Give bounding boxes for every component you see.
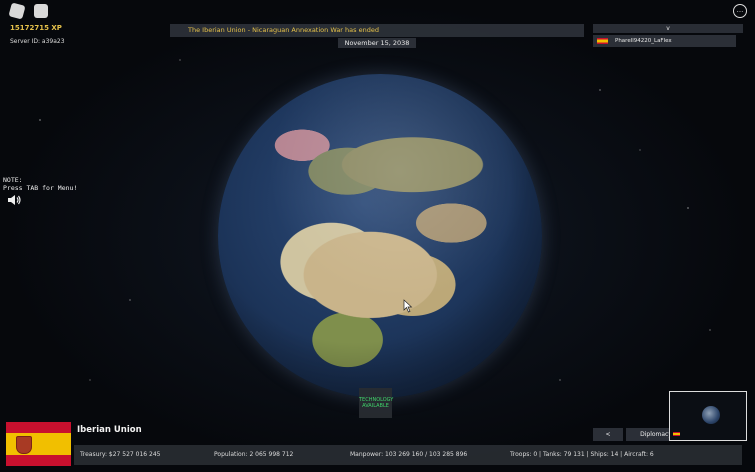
population-stat: Population: 2 065 998 712 (214, 451, 294, 458)
country-name: Iberian Union (77, 425, 142, 435)
xp-counter: 15172715 XP (10, 24, 62, 32)
manpower-stat: Manpower: 103 269 160 / 103 285 896 (350, 451, 468, 458)
coat-of-arms-icon (16, 436, 32, 454)
globe-shading (218, 74, 542, 398)
minimap-globe (702, 406, 720, 424)
note-text: Press TAB for Menu! (3, 184, 78, 192)
player-flag-icon (597, 38, 608, 44)
country-flag (6, 422, 71, 466)
menu-hint: NOTE: Press TAB for Menu! (3, 176, 77, 192)
note-label: NOTE: (3, 176, 23, 184)
server-id: Server ID: a39a23 (10, 38, 65, 45)
chat-icon[interactable] (34, 4, 48, 18)
minimap[interactable] (669, 391, 747, 441)
game-date: November 15, 2038 (338, 38, 416, 48)
available-label: AVAILABLE (362, 403, 389, 409)
players-list-toggle[interactable]: v (593, 24, 743, 33)
minimap-flag-icon (673, 432, 680, 436)
technology-available-button[interactable]: TECHNOLOGY AVAILABLE (359, 388, 393, 418)
player-list-item[interactable]: Pharell94220_LaFlex (593, 35, 736, 47)
mouse-cursor-icon (403, 299, 413, 313)
back-button[interactable]: < (593, 428, 623, 441)
war-ended-notification: The Iberian Union - Nicaraguan Annexatio… (170, 24, 584, 37)
speaker-icon[interactable] (7, 194, 21, 206)
stats-bar: Treasury: $27 527 016 245 Population: 2 … (74, 445, 742, 465)
military-stat: Troops: 0 | Tanks: 79 131 | Ships: 14 | … (510, 451, 654, 458)
more-options-button[interactable]: ... (733, 4, 747, 18)
player-name: Pharell94220_LaFlex (615, 38, 672, 44)
treasury-stat: Treasury: $27 527 016 245 (80, 451, 161, 458)
